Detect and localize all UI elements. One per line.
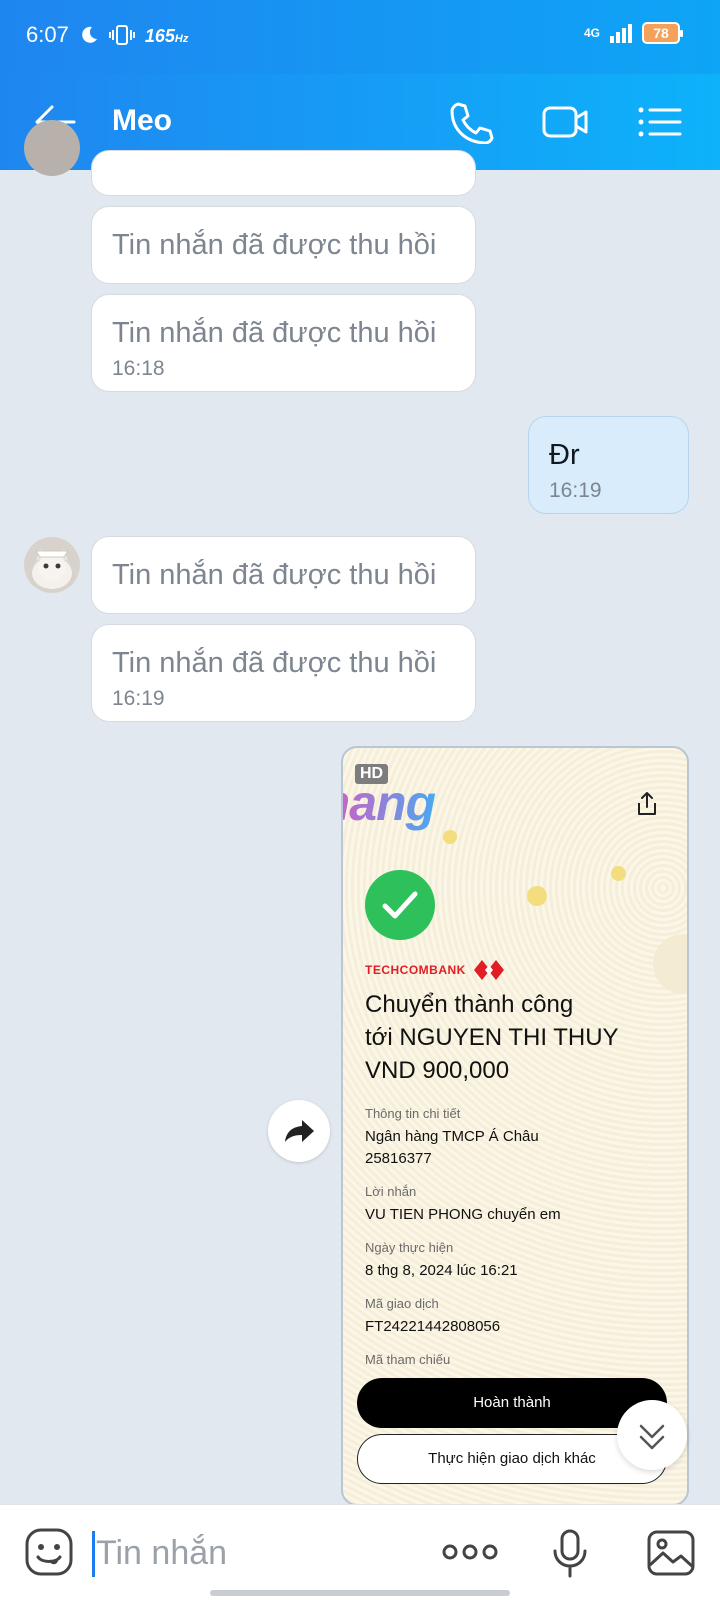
decor-coin — [653, 934, 687, 994]
detail-bank: Ngân hàng TMCP Á Châu — [365, 1128, 539, 1145]
more-icon[interactable] — [442, 1541, 498, 1563]
date-label: Ngày thực hiện — [365, 1240, 454, 1255]
message-label: Lời nhắn — [365, 1184, 417, 1199]
title-amount: VND 900,000 — [365, 1057, 510, 1084]
recalled-message[interactable]: Tin nhắn đã được thu hồi — [91, 536, 476, 614]
text-cursor — [92, 1531, 95, 1577]
battery-indicator: 78 — [642, 22, 683, 44]
message-value: VU TIEN PHONG chuyển em — [365, 1206, 561, 1223]
recalled-message[interactable]: Tin nhắn đã được thu hồi 16:19 — [91, 624, 476, 722]
share-icon — [638, 792, 656, 815]
scroll-down-icon — [639, 1424, 665, 1450]
techcombank-logo-icon — [473, 960, 504, 980]
bank-name: TECHCOMBANK — [365, 963, 466, 977]
watermark-logo: Rphang — [343, 774, 436, 832]
message-text: Tin nhắn đã được thu hồi — [112, 559, 437, 591]
recalled-message[interactable]: Tin nhắn đã được thu hồi 16:18 — [91, 294, 476, 392]
phone-icon[interactable] — [448, 100, 494, 144]
network-type: 4G — [583, 26, 600, 40]
receipt-image-message[interactable]: HD Rphang TECHCOMBANK Chuyển thành công … — [341, 746, 689, 1506]
status-time: 6:07 — [26, 22, 69, 47]
decor-coin — [611, 866, 626, 881]
title-line-1: Chuyển thành công — [365, 991, 574, 1018]
own-message[interactable]: Đr 16:19 — [528, 416, 689, 514]
recalled-message[interactable]: Tin nhắn đã được thu hồi — [91, 206, 476, 284]
title-line-2: tới NGUYEN THI THUY — [365, 1024, 619, 1051]
decor-coin — [527, 886, 547, 906]
message-input[interactable] — [96, 1525, 396, 1581]
message-time: 16:19 — [549, 479, 602, 502]
forward-icon — [285, 1120, 314, 1142]
refresh-unit: Hz — [174, 33, 189, 45]
cat-avatar-image — [24, 537, 80, 593]
ref-label: Mã tham chiếu — [365, 1352, 451, 1364]
image-icon[interactable] — [646, 1529, 696, 1577]
message-time: 16:19 — [112, 687, 165, 710]
contact-avatar[interactable] — [24, 537, 80, 593]
refresh-rate: 165 — [144, 26, 175, 46]
moon-icon — [82, 26, 97, 43]
home-indicator — [210, 1590, 510, 1596]
menu-list-icon[interactable] — [636, 100, 682, 144]
bank-logo: TECHCOMBANK — [365, 960, 504, 980]
scroll-down-button[interactable] — [617, 1400, 687, 1470]
txn-label: Mã giao dịch — [365, 1296, 439, 1311]
microphone-icon[interactable] — [552, 1529, 588, 1579]
contact-name[interactable]: Meo — [112, 104, 172, 138]
message-text: Đr — [549, 439, 580, 471]
message-text: Tin nhắn đã được thu hồi — [112, 229, 437, 261]
message-input-bar — [0, 1504, 720, 1600]
transfer-title: Chuyển thành công tới NGUYEN THI THUY VN… — [365, 988, 665, 1087]
emoji-icon[interactable] — [24, 1527, 74, 1577]
decor-coin — [443, 830, 457, 844]
forward-button[interactable] — [268, 1100, 330, 1162]
message-text: Tin nhắn đã được thu hồi — [112, 647, 437, 679]
contact-avatar[interactable] — [24, 120, 80, 176]
message-bubble-partial[interactable] — [91, 150, 476, 196]
detail-account: 25816377 — [365, 1150, 432, 1167]
date-value: 8 thg 8, 2024 lúc 16:21 — [365, 1262, 518, 1279]
vibrate-icon — [108, 25, 135, 45]
video-call-icon[interactable] — [542, 100, 588, 144]
status-bar: 6:07 165Hz 4G 78 — [0, 0, 720, 74]
success-check-icon — [365, 870, 435, 940]
txn-value: FT24221442808056 — [365, 1318, 501, 1335]
signal-icon — [610, 24, 632, 43]
message-text: Tin nhắn đã được thu hồi — [112, 317, 437, 349]
message-time: 16:18 — [112, 357, 165, 380]
detail-label: Thông tin chi tiết — [365, 1106, 461, 1121]
